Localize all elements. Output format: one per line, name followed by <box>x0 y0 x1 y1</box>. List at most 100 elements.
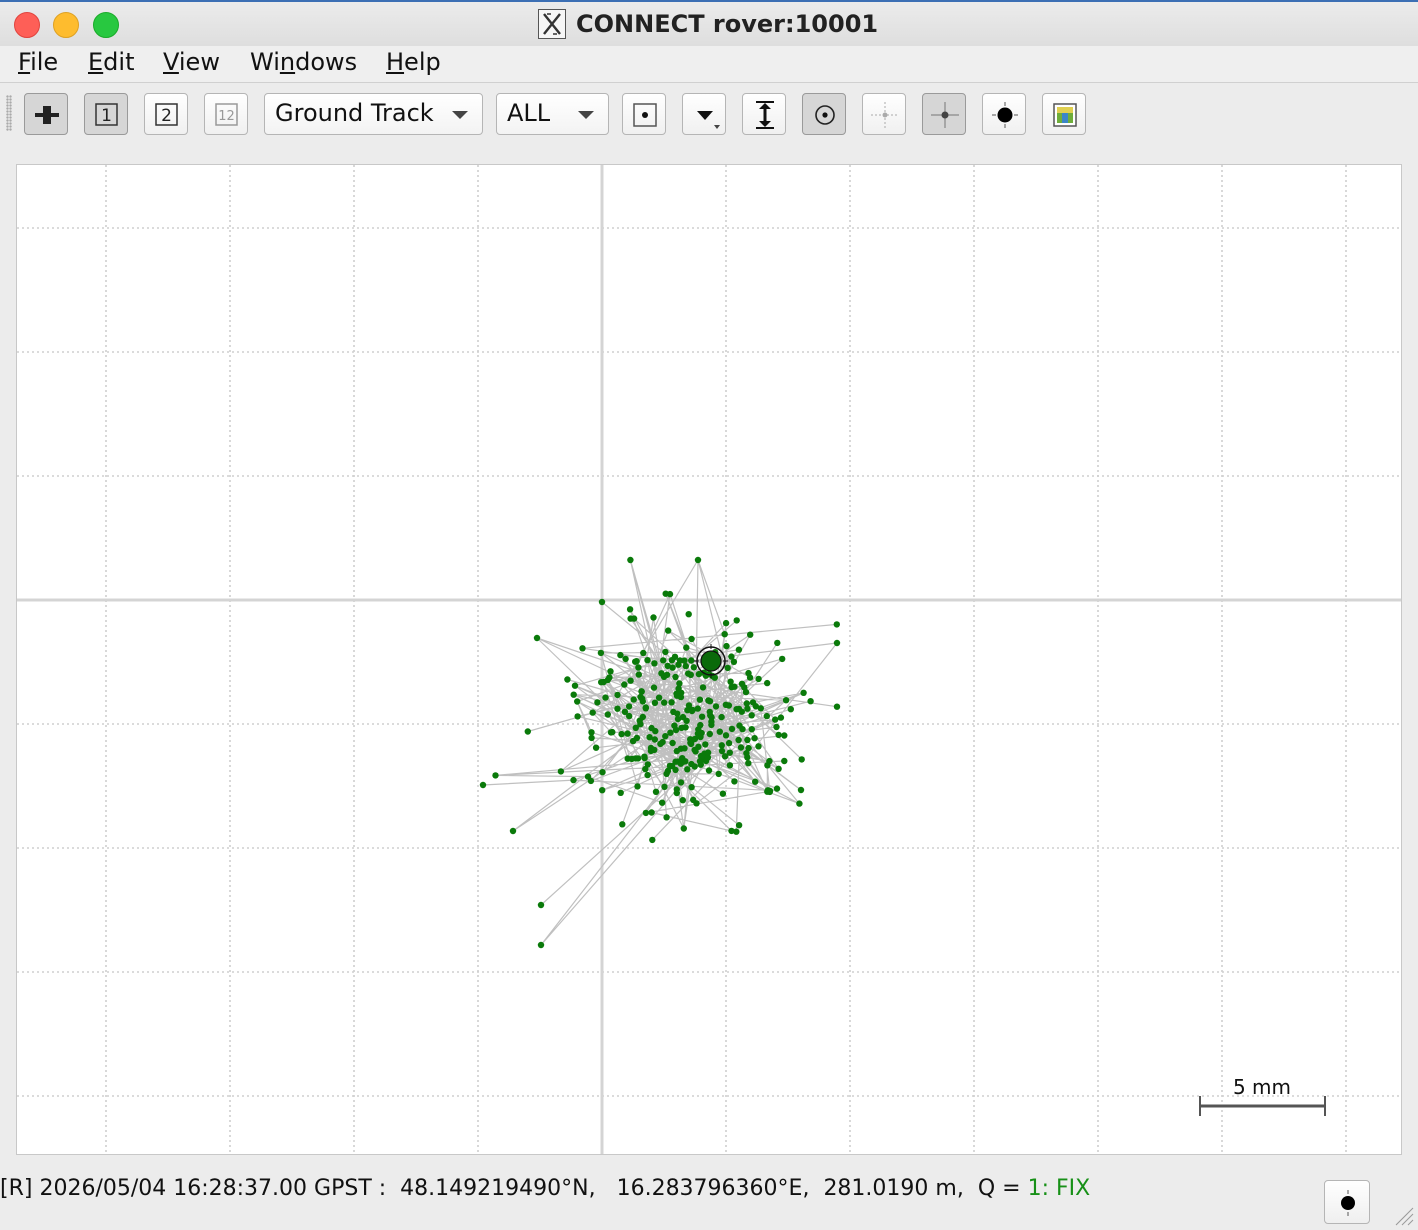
minimize-window-button[interactable] <box>53 12 79 38</box>
track-point <box>619 821 626 828</box>
ground-track-canvas[interactable]: 5 mm <box>17 165 1402 1155</box>
close-window-button[interactable] <box>14 12 40 38</box>
plot-type-select[interactable]: Ground Track <box>264 93 483 135</box>
track-point <box>592 744 600 751</box>
menu-edit-rest: dit <box>103 48 135 76</box>
track-point <box>537 941 545 949</box>
track-point <box>598 598 606 606</box>
solution-12-text: 12 <box>218 109 235 124</box>
track-point <box>649 836 656 844</box>
track-point <box>672 673 679 681</box>
menu-edit[interactable]: Edit <box>88 48 134 76</box>
track-point <box>833 621 840 628</box>
track-point <box>726 749 733 756</box>
position-dot-icon <box>1341 1190 1355 1216</box>
track-point <box>599 787 606 794</box>
track-point <box>680 825 687 832</box>
map-image-button[interactable] <box>1042 93 1086 135</box>
track-point <box>604 711 611 718</box>
track-point <box>718 742 725 749</box>
menu-file[interactable]: File <box>18 48 58 76</box>
track-point <box>642 809 650 817</box>
window-titlebar: CONNECT rover:10001 <box>0 0 1418 47</box>
track-point <box>755 675 762 683</box>
track-point <box>775 765 782 772</box>
satellite-filter-value: ALL <box>507 99 551 127</box>
track-point <box>673 786 680 793</box>
track-point <box>626 606 634 613</box>
track-point <box>706 730 713 738</box>
track-point <box>744 705 751 712</box>
status-datetime: 2026/05/04 16:28:37.00 GPST <box>39 1176 372 1201</box>
track-point <box>588 729 595 736</box>
track-point <box>730 658 738 665</box>
status-position-button[interactable] <box>1324 1180 1370 1224</box>
track-line-path <box>482 559 838 946</box>
status-q-label: Q = <box>977 1176 1021 1201</box>
track-point <box>652 788 660 795</box>
center-origin-button[interactable] <box>622 93 666 135</box>
satellite-filter-select[interactable]: ALL <box>496 93 609 135</box>
track-point <box>663 814 670 821</box>
resize-grip-icon[interactable] <box>1392 1204 1414 1226</box>
track-point <box>702 757 710 765</box>
track-point <box>747 631 754 638</box>
track-point <box>685 611 692 618</box>
menu-windows[interactable]: Windows <box>250 48 357 76</box>
track-point <box>774 639 781 647</box>
menu-file-rest: ile <box>30 48 59 76</box>
follow-position-button[interactable] <box>982 93 1026 135</box>
track-point <box>694 730 702 737</box>
track-point <box>669 664 676 671</box>
show-grid-button[interactable] <box>862 93 906 135</box>
fit-vertical-button[interactable] <box>742 93 786 135</box>
track-point <box>698 713 706 720</box>
status-bar: [R] 2026/05/04 16:28:37.00 GPST : 48.149… <box>0 1176 1091 1201</box>
zoom-window-button[interactable] <box>93 12 119 38</box>
track-point <box>722 701 730 708</box>
track-point <box>678 724 685 731</box>
solution-2-button[interactable]: 2 <box>144 93 188 135</box>
track-point <box>671 653 679 660</box>
ground-track-plot[interactable]: 5 mm <box>16 164 1402 1155</box>
target-circle-icon <box>815 105 835 125</box>
track-point <box>635 664 642 671</box>
track-point <box>737 744 745 751</box>
track-point <box>781 732 788 739</box>
track-point <box>574 713 581 720</box>
solution-12-button[interactable]: 12 <box>204 93 248 135</box>
show-scale-button[interactable] <box>922 93 966 135</box>
track-point <box>661 699 668 706</box>
solution-1-button[interactable]: 1 <box>84 93 128 135</box>
track-point <box>661 783 668 790</box>
menu-view[interactable]: View <box>163 48 220 76</box>
menu-help[interactable]: Help <box>386 48 441 76</box>
track-point <box>807 698 814 705</box>
track-point <box>639 695 646 702</box>
track-point <box>650 614 657 621</box>
connect-icon <box>35 106 59 124</box>
track-point <box>657 740 664 748</box>
track-point <box>663 770 670 777</box>
toolbar: 1 2 12 Ground Track ALL <box>0 83 1418 143</box>
show-center-button[interactable] <box>802 93 846 135</box>
range-dropdown-button[interactable] <box>682 93 726 135</box>
position-dot-icon <box>992 102 1018 128</box>
track-point <box>635 671 642 678</box>
toolbar-grip[interactable] <box>6 95 12 131</box>
track-point <box>706 698 714 705</box>
track-point <box>570 776 577 784</box>
track-point <box>574 698 581 705</box>
track-point <box>757 705 764 712</box>
track-point <box>594 699 601 706</box>
x11-app-icon <box>538 9 566 39</box>
connect-button[interactable] <box>24 93 68 135</box>
track-point <box>688 784 695 791</box>
track-point <box>738 680 746 687</box>
track-point <box>748 712 755 719</box>
menu-windows-pre: Wi <box>250 48 280 76</box>
track-point <box>638 688 645 695</box>
menu-help-rest: elp <box>404 48 441 76</box>
track-point <box>744 736 751 744</box>
grid-crosshair-icon <box>871 102 899 128</box>
